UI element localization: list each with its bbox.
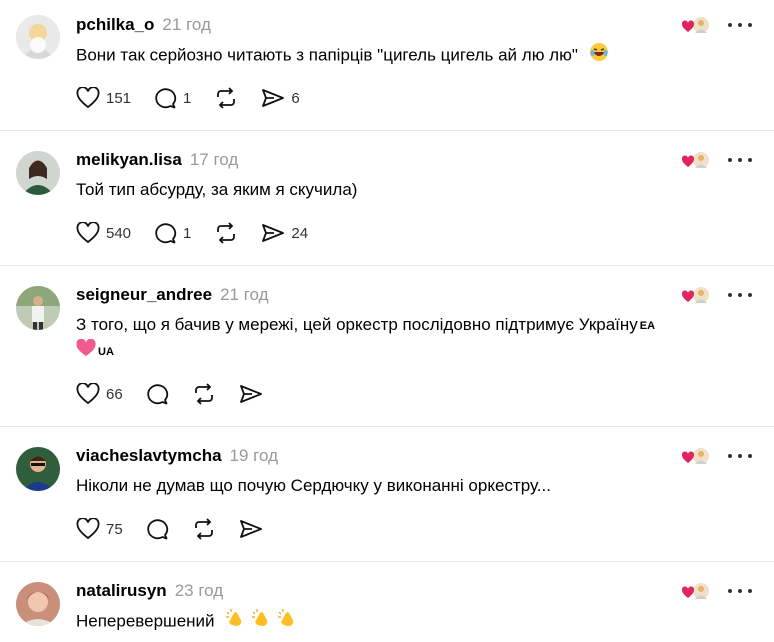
more-options-button[interactable] xyxy=(728,285,752,305)
username[interactable]: seigneur_andree 21 год xyxy=(76,285,269,305)
comment-icon xyxy=(147,519,168,540)
like-button[interactable]: 75 xyxy=(76,518,123,540)
post-card: natalirusyn 23 год Неперевершений xyxy=(0,562,774,642)
send-icon xyxy=(239,520,262,538)
share-button[interactable]: 24 xyxy=(261,222,308,244)
repost-icon xyxy=(217,87,236,109)
share-button[interactable] xyxy=(239,383,263,405)
author-liked-badge xyxy=(681,582,710,602)
heart-icon xyxy=(76,87,100,109)
send-icon xyxy=(239,385,262,403)
post-text-content: Ніколи не думав що почую Сердючку у вико… xyxy=(76,476,551,495)
clapping-hands-icon xyxy=(277,608,297,636)
more-options-button[interactable] xyxy=(728,581,752,601)
username-text[interactable]: viacheslavtymcha xyxy=(76,446,222,465)
username[interactable]: natalirusyn 23 год xyxy=(76,581,223,601)
action-bar: 75 xyxy=(76,515,285,543)
post-card: melikyan.lisa 17 год Той тип абсурду, за … xyxy=(0,131,774,265)
repost-icon xyxy=(217,222,236,244)
send-icon xyxy=(262,89,285,107)
post-card: pchilka_o 21 год Вони так серйозно читают… xyxy=(0,0,774,130)
like-button[interactable]: 151 xyxy=(76,87,131,109)
reply-button[interactable]: 1 xyxy=(153,222,191,244)
repost-button[interactable] xyxy=(191,518,217,540)
share-button[interactable]: 6 xyxy=(261,87,300,109)
reply-button[interactable] xyxy=(145,518,169,540)
like-count: 151 xyxy=(106,89,132,107)
like-button[interactable]: 540 xyxy=(76,222,131,244)
avatar[interactable] xyxy=(16,582,60,626)
post-text: З того, що я бачив у мережі, цей оркестр… xyxy=(76,312,655,339)
ua-flag-label: UA xyxy=(98,345,114,358)
author-liked-badge xyxy=(681,447,710,467)
post-text-content: З того, що я бачив у мережі, цей оркестр… xyxy=(76,315,638,334)
timestamp: 21 год xyxy=(220,285,269,304)
post-text: Той тип абсурду, за яким я скучила) xyxy=(76,177,357,203)
heart-icon xyxy=(76,222,100,244)
share-button[interactable] xyxy=(239,518,263,540)
clapping-hands-icon xyxy=(225,608,245,636)
username[interactable]: melikyan.lisa 17 год xyxy=(76,150,238,170)
heart-icon xyxy=(76,383,100,405)
avatar[interactable] xyxy=(16,447,60,491)
flag-suffix: EA xyxy=(639,319,656,332)
more-options-button[interactable] xyxy=(728,446,752,466)
post-text-content: Неперевершений xyxy=(76,611,215,631)
like-count: 66 xyxy=(106,385,123,403)
more-options-button[interactable] xyxy=(728,150,752,170)
action-bar: 540 1 24 xyxy=(76,219,330,247)
avatar[interactable] xyxy=(16,286,60,330)
author-liked-badge xyxy=(681,16,710,36)
post-card: viacheslavtymcha 19 год Ніколи не думав щ… xyxy=(0,427,774,561)
username-text[interactable]: seigneur_andree xyxy=(76,285,212,304)
author-liked-badge xyxy=(681,151,710,171)
action-bar: 151 1 6 xyxy=(76,84,322,112)
reply-count: 1 xyxy=(183,89,192,107)
author-liked-badge xyxy=(681,286,710,306)
post-text: Вони так серйозно читають з папірців "ци… xyxy=(76,42,609,70)
more-options-button[interactable] xyxy=(728,15,752,35)
comment-icon xyxy=(155,223,177,244)
post-text-content: Вони так серйозно читають з папірців "ци… xyxy=(76,45,578,65)
like-count: 540 xyxy=(106,224,132,242)
timestamp: 23 год xyxy=(174,581,224,600)
repost-button[interactable] xyxy=(213,87,239,109)
avatar[interactable] xyxy=(16,15,60,59)
post-text: Неперевершений xyxy=(76,608,297,636)
clapping-hands-icon xyxy=(251,608,271,636)
avatar[interactable] xyxy=(16,151,60,195)
post-text-line2: UA xyxy=(76,338,114,365)
reply-button[interactable]: 1 xyxy=(153,87,191,109)
post-text-content: Той тип абсурду, за яким я скучила) xyxy=(76,180,358,199)
pink-heart-icon xyxy=(76,338,96,365)
timestamp: 17 год xyxy=(189,150,239,169)
repost-button[interactable] xyxy=(191,383,217,405)
action-bar: 66 xyxy=(76,380,285,408)
send-icon xyxy=(262,224,285,242)
repost-button[interactable] xyxy=(213,222,239,244)
username-text[interactable]: pchilka_o xyxy=(76,15,154,34)
username-text[interactable]: melikyan.lisa xyxy=(76,150,182,169)
like-count: 75 xyxy=(106,520,123,538)
repost-icon xyxy=(194,383,213,405)
laughing-face-icon xyxy=(589,42,609,70)
repost-icon xyxy=(194,518,213,540)
username[interactable]: pchilka_o 21 год xyxy=(76,15,211,35)
like-button[interactable]: 66 xyxy=(76,383,123,405)
username[interactable]: viacheslavtymcha 19 год xyxy=(76,446,278,466)
heart-icon xyxy=(76,518,100,540)
share-count: 6 xyxy=(291,89,300,107)
post-card: seigneur_andree 21 год З того, що я бачив… xyxy=(0,266,774,426)
share-count: 24 xyxy=(291,224,309,242)
reply-button[interactable] xyxy=(145,383,169,405)
post-text: Ніколи не думав що почую Сердючку у вико… xyxy=(76,473,551,499)
comment-icon xyxy=(147,384,168,405)
comment-icon xyxy=(155,88,177,109)
reply-count: 1 xyxy=(183,224,192,242)
username-text[interactable]: natalirusyn xyxy=(76,581,167,600)
timestamp: 19 год xyxy=(229,446,279,465)
timestamp: 21 год xyxy=(162,15,211,34)
